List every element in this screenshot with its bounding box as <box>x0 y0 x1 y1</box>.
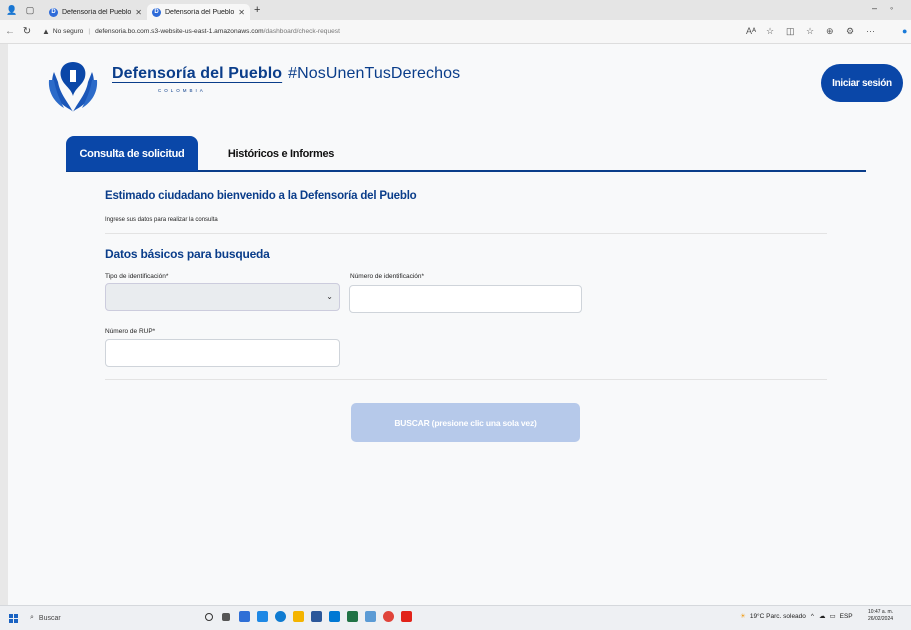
collections-icon[interactable]: ⊕ <box>826 26 834 37</box>
acrobat-icon[interactable] <box>401 611 412 622</box>
windows-start-icon[interactable] <box>9 613 18 623</box>
divider <box>105 379 827 380</box>
welcome-heading: Estimado ciudadano bienvenido a la Defen… <box>105 190 417 202</box>
chevron-down-icon: ⌄ <box>326 292 333 301</box>
read-aloud-icon[interactable]: Aᴬ <box>746 26 756 36</box>
search-button[interactable]: BUSCAR (presione clic una sola vez) <box>351 403 580 442</box>
numero-rup-label: Número de RUP* <box>105 328 156 335</box>
tipo-identificacion-select[interactable]: ⌄ <box>105 283 340 311</box>
chevron-up-icon[interactable]: ^ <box>811 613 814 620</box>
app-icon[interactable] <box>239 611 250 622</box>
web-page: Defensoría del Pueblo #NosUnenTusDerechos… <box>8 44 911 605</box>
minimize-icon[interactable]: – <box>872 3 877 13</box>
tab-title: Defensoría del Pueblo <box>165 8 235 16</box>
close-tab-icon[interactable]: ✕ <box>238 8 245 17</box>
instructions-text: Ingrese sus datos para realizar la consu… <box>105 217 218 223</box>
word-icon[interactable] <box>311 611 322 622</box>
brand-title: Defensoría del Pueblo #NosUnenTusDerechos <box>112 65 460 83</box>
close-tab-icon[interactable]: ✕ <box>135 8 142 17</box>
chrome-icon[interactable] <box>383 611 394 622</box>
address-bar-row: ← ↻ ▲ No seguro | defensoria.bo.com.s3-w… <box>0 20 911 44</box>
url-field[interactable]: ▲ No seguro | defensoria.bo.com.s3-websi… <box>42 27 340 36</box>
defensoria-logo <box>48 62 98 112</box>
split-screen-icon[interactable]: ◫ <box>786 26 795 37</box>
task-view-icon[interactable] <box>222 613 230 621</box>
copilot-icon[interactable]: ● <box>902 26 907 36</box>
tipo-identificacion-label: Tipo de identificación* <box>105 273 169 280</box>
browser-tab-strip: 👤 ▢ D Defensoría del Pueblo ✕ D Defensor… <box>0 0 911 20</box>
file-explorer-icon[interactable] <box>293 611 304 622</box>
edge-icon[interactable] <box>275 611 286 622</box>
refresh-icon[interactable]: ↻ <box>20 26 34 37</box>
security-label: No seguro <box>52 28 84 35</box>
favicon-icon: D <box>49 7 58 17</box>
url-host: defensoria.bo.com.s3-website-us-east-1.a… <box>95 28 264 35</box>
app-icon[interactable] <box>365 611 376 622</box>
brand-hashtag: #NosUnenTusDerechos <box>288 65 461 82</box>
brand-name: Defensoría del Pueblo <box>112 65 283 82</box>
screen: 👤 ▢ D Defensoría del Pueblo ✕ D Defensor… <box>0 0 911 630</box>
favicon-icon: D <box>152 7 161 17</box>
url-separator: | <box>88 28 91 35</box>
more-menu-icon[interactable]: ··· <box>866 26 875 36</box>
cortana-icon[interactable] <box>205 613 213 621</box>
tab-historicos-informes[interactable]: Históricos e Informes <box>216 136 346 171</box>
workspaces-icon[interactable]: ▢ <box>24 4 36 16</box>
brand-country: COLOMBIA <box>158 88 206 93</box>
restore-icon[interactable]: ◦ <box>890 3 893 13</box>
taskbar-search[interactable]: ⌕ Buscar <box>30 614 61 622</box>
network-icon[interactable]: ☁ <box>819 612 826 620</box>
mail-icon[interactable] <box>257 611 268 622</box>
excel-icon[interactable] <box>347 611 358 622</box>
divider <box>105 233 827 234</box>
warning-icon: ▲ <box>42 27 50 36</box>
section-title: Datos básicos para busqueda <box>105 247 270 261</box>
favorites-icon[interactable]: ☆ <box>806 26 814 37</box>
numero-identificacion-label: Número de identificación* <box>350 273 425 280</box>
language-indicator[interactable]: ESP <box>840 613 853 620</box>
browser-tab-2[interactable]: D Defensoría del Pueblo ✕ <box>147 4 250 20</box>
clock-time: 10:47 a. m. <box>868 609 894 615</box>
new-tab-icon[interactable]: + <box>254 4 260 16</box>
clock[interactable]: 10:47 a. m. 26/02/2024 <box>868 609 893 623</box>
volume-icon[interactable]: ▭ <box>829 612 835 620</box>
url-path: /dashboard/check-request <box>263 28 340 35</box>
system-tray: ☀ 19°C Parc. soleado ^ ☁ ▭ ESP <box>740 612 853 621</box>
favorite-icon[interactable]: ☆ <box>766 26 774 37</box>
search-icon: ⌕ <box>30 614 34 621</box>
tab-consulta-solicitud[interactable]: Consulta de solicitud <box>66 136 198 171</box>
weather-text[interactable]: 19°C Parc. soleado <box>750 613 806 620</box>
clock-date: 26/02/2024 <box>868 616 894 622</box>
profile-icon[interactable]: 👤 <box>6 4 18 16</box>
taskbar-search-label: Buscar <box>38 614 61 622</box>
login-button[interactable]: Iniciar sesión <box>821 64 903 102</box>
extensions-icon[interactable]: ⚙ <box>846 26 854 37</box>
back-icon[interactable]: ← <box>3 26 17 37</box>
outlook-icon[interactable] <box>329 611 340 622</box>
tab-title: Defensoría del Pueblo <box>62 8 132 16</box>
numero-rup-input[interactable] <box>105 339 340 367</box>
page-tabs: Consulta de solicitud Históricos e Infor… <box>66 136 866 172</box>
browser-tab-1[interactable]: D Defensoría del Pueblo ✕ <box>44 4 147 20</box>
weather-icon: ☀ <box>740 613 746 620</box>
numero-identificacion-input[interactable] <box>349 285 582 313</box>
